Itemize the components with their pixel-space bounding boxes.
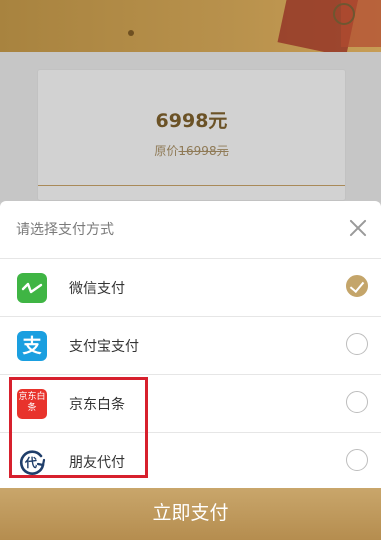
clock-icon	[333, 3, 355, 25]
price-card: 6998元 原价16998元	[38, 70, 345, 200]
alipay-icon: 支	[17, 331, 47, 361]
payment-option-friend-pay[interactable]: 代 朋友代付	[0, 433, 381, 490]
wechat-icon	[17, 273, 47, 303]
original-price-value: 16998元	[178, 144, 229, 158]
radio-unselected[interactable]	[346, 391, 368, 413]
radio-selected[interactable]	[346, 275, 368, 297]
payment-option-alipay[interactable]: 支 支付宝支付	[0, 317, 381, 375]
radio-unselected[interactable]	[346, 449, 368, 471]
radio-unselected[interactable]	[346, 333, 368, 355]
original-price: 原价16998元	[38, 142, 345, 159]
payment-option-jd-baitiao[interactable]: 京东白条 京东白条	[0, 375, 381, 433]
original-price-prefix: 原价	[154, 144, 179, 158]
friend-pay-icon: 代	[17, 447, 47, 477]
banner-dot	[128, 30, 134, 36]
friend-icon-text: 代	[24, 455, 37, 470]
jd-baitiao-icon: 京东白条	[17, 389, 47, 419]
pay-now-button[interactable]: 立即支付	[0, 488, 381, 540]
sale-price: 6998元	[155, 110, 228, 132]
option-label: 朋友代付	[69, 455, 125, 471]
sheet-title: 请选择支付方式	[16, 222, 114, 238]
payment-option-wechat[interactable]: 微信支付	[0, 259, 381, 317]
sheet-header: 请选择支付方式	[0, 201, 381, 259]
option-label: 支付宝支付	[69, 339, 139, 355]
payment-method-sheet: 请选择支付方式 微信支付 支 支付宝支付 京东白条 京东白条 代 朋友代付	[0, 201, 381, 488]
close-icon[interactable]	[347, 217, 369, 239]
card-divider	[38, 185, 345, 186]
jd-icon-text: 京东白条	[18, 392, 46, 413]
top-banner	[0, 0, 381, 52]
option-label: 京东白条	[69, 397, 125, 413]
option-label: 微信支付	[69, 281, 125, 297]
